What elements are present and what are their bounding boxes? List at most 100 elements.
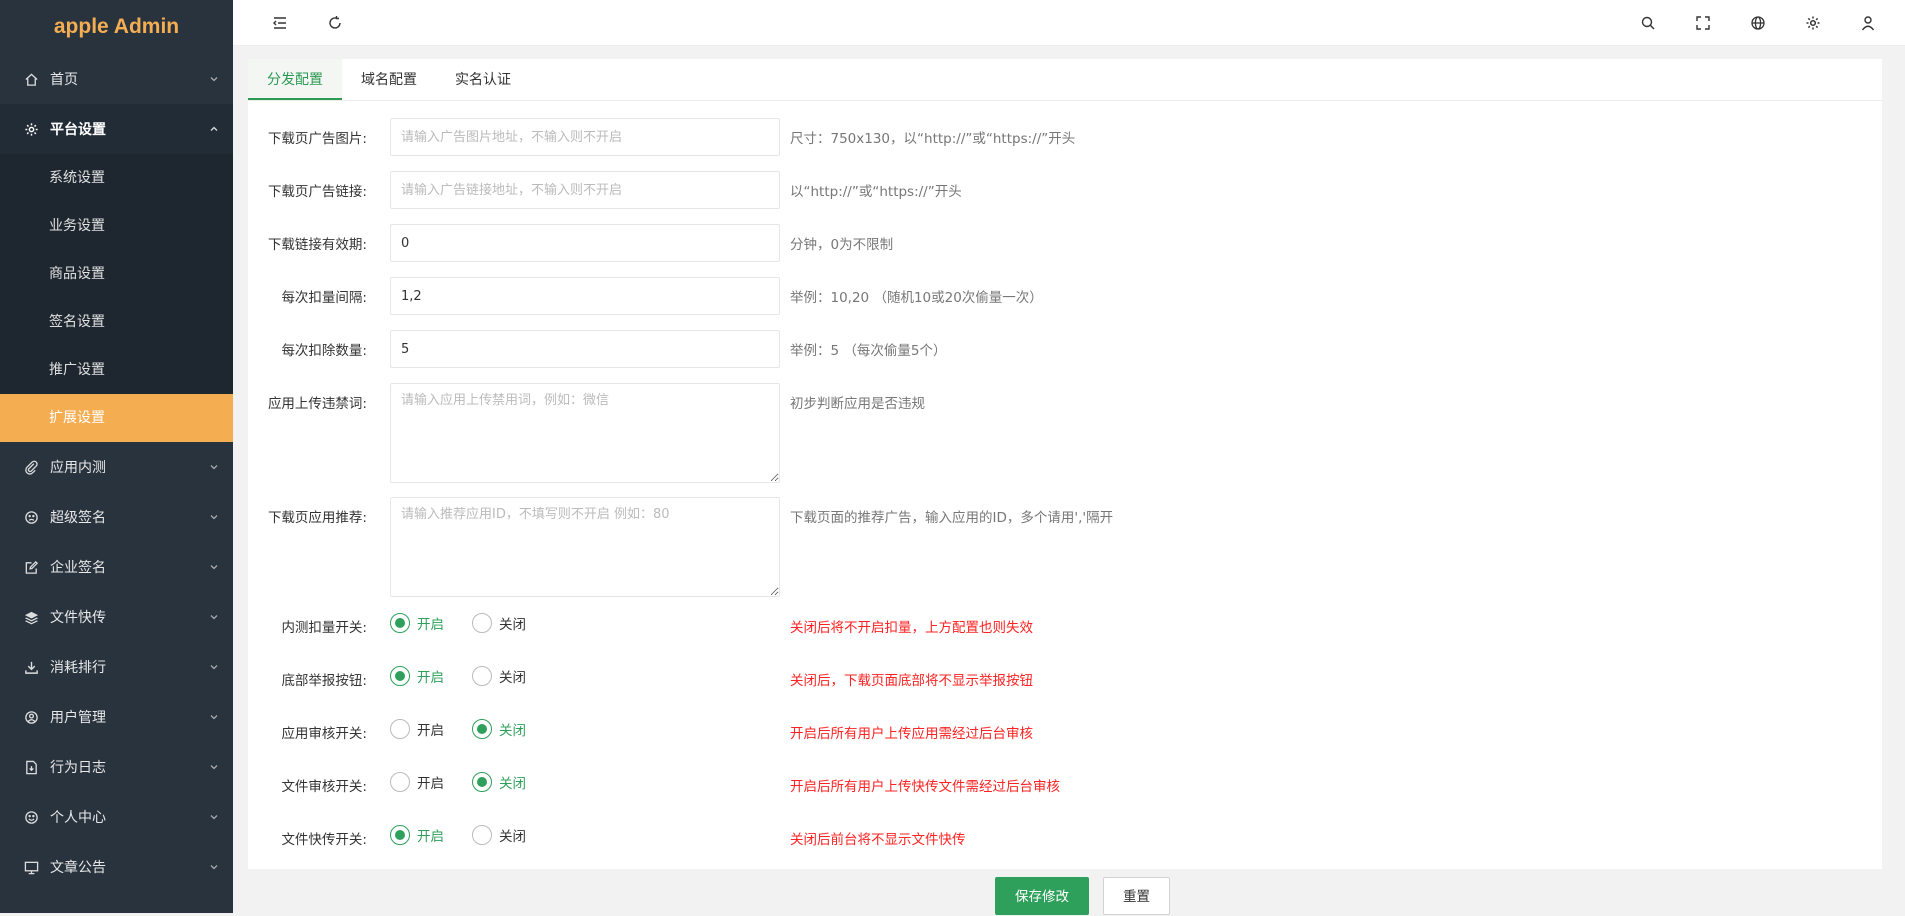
radio-on[interactable]: 开启	[390, 666, 444, 686]
radio-circle	[472, 719, 492, 739]
radio-label: 关闭	[499, 617, 526, 633]
sidebar-item-consumption-ranking[interactable]: 消耗排行	[0, 642, 233, 692]
globe-icon[interactable]	[1738, 0, 1778, 46]
link-expire-input[interactable]	[390, 224, 780, 262]
monitor-icon	[22, 858, 40, 876]
radio-on[interactable]: 开启	[390, 719, 444, 739]
sidebar-item-label: 消耗排行	[50, 660, 106, 676]
sidebar-item-label: 超级签名	[50, 510, 106, 526]
field-hint: 关闭后将不开启扣量，上方配置也则失效	[790, 620, 1033, 636]
radio-circle	[472, 613, 492, 633]
user-circle-icon	[22, 708, 40, 726]
field-hint: 开启后所有用户上传应用需经过后台审核	[790, 726, 1033, 742]
sidebar-item-enterprise-signature[interactable]: 企业签名	[0, 542, 233, 592]
radio-label: 关闭	[499, 723, 526, 739]
sidebar-item-super-signature[interactable]: 超级签名	[0, 492, 233, 542]
radio-off[interactable]: 关闭	[472, 719, 526, 739]
radio-label: 开启	[417, 723, 444, 739]
chevron-down-icon	[209, 562, 219, 572]
field-label: 每次扣量间隔:	[281, 290, 367, 306]
radio-off[interactable]: 关闭	[472, 666, 526, 686]
tab-domain-config[interactable]: 域名配置	[342, 59, 436, 100]
home-icon	[22, 70, 40, 88]
field-label: 下载页应用推荐:	[267, 510, 367, 526]
face-icon	[22, 508, 40, 526]
chevron-down-icon	[209, 862, 219, 872]
radio-circle	[472, 825, 492, 845]
radio-label: 关闭	[499, 829, 526, 845]
sidebar: apple Admin 首页 平台设置 系统设置 业务设置 商品设置 签名设置 …	[0, 0, 233, 913]
radio-off[interactable]: 关闭	[472, 772, 526, 792]
radio-label: 开启	[417, 829, 444, 845]
tab-distribution-config[interactable]: 分发配置	[248, 59, 342, 100]
sidebar-item-label: 文件快传	[50, 610, 106, 626]
ad-image-input[interactable]	[390, 118, 780, 156]
menu-fold-icon[interactable]	[260, 0, 300, 46]
reset-button[interactable]: 重置	[1103, 877, 1170, 915]
submenu-item-signature-settings[interactable]: 签名设置	[0, 298, 233, 346]
field-hint: 初步判断应用是否违规	[790, 396, 925, 412]
chevron-down-icon	[209, 662, 219, 672]
paperclip-icon	[22, 458, 40, 476]
field-hint: 举例：10,20 （随机10或20次偷量一次）	[790, 290, 1043, 306]
recommend-textarea[interactable]	[390, 497, 780, 597]
field-hint: 开启后所有用户上传快传文件需经过后台审核	[790, 779, 1060, 795]
radio-circle	[472, 666, 492, 686]
radio-off[interactable]: 关闭	[472, 825, 526, 845]
submenu-item-system-settings[interactable]: 系统设置	[0, 154, 233, 202]
radio-on[interactable]: 开启	[390, 613, 444, 633]
tab-real-name-auth[interactable]: 实名认证	[436, 59, 530, 100]
sidebar-item-app-beta[interactable]: 应用内测	[0, 442, 233, 492]
deduct-count-input[interactable]	[390, 330, 780, 368]
radio-circle	[390, 613, 410, 633]
sidebar-item-platform-settings[interactable]: 平台设置	[0, 104, 233, 154]
smile-icon	[22, 808, 40, 826]
sidebar-item-file-transfer[interactable]: 文件快传	[0, 592, 233, 642]
radio-circle	[472, 772, 492, 792]
field-label: 应用上传违禁词:	[267, 396, 367, 412]
tab-bar: 分发配置 域名配置 实名认证	[248, 59, 1882, 101]
chevron-down-icon	[209, 512, 219, 522]
refresh-icon[interactable]	[315, 0, 355, 46]
chevron-down-icon	[209, 74, 219, 84]
fullscreen-icon[interactable]	[1683, 0, 1723, 46]
radio-off[interactable]: 关闭	[472, 613, 526, 633]
save-button[interactable]: 保存修改	[995, 877, 1089, 915]
settings-icon[interactable]	[1793, 0, 1833, 46]
sidebar-item-home[interactable]: 首页	[0, 54, 233, 104]
sidebar-item-announcements[interactable]: 文章公告	[0, 842, 233, 892]
deduct-interval-input[interactable]	[390, 277, 780, 315]
radio-circle	[390, 719, 410, 739]
field-label: 下载链接有效期:	[267, 237, 367, 253]
layers-icon	[22, 608, 40, 626]
submenu-item-product-settings[interactable]: 商品设置	[0, 250, 233, 298]
sidebar-item-personal-center[interactable]: 个人中心	[0, 792, 233, 842]
radio-circle	[390, 666, 410, 686]
field-hint: 关闭后前台将不显示文件快传	[790, 832, 966, 848]
field-label: 文件快传开关:	[281, 832, 367, 848]
field-hint: 以“http://”或“https://”开头	[790, 184, 962, 200]
sidebar-item-label: 用户管理	[50, 710, 106, 726]
radio-on[interactable]: 开启	[390, 772, 444, 792]
submenu-item-business-settings[interactable]: 业务设置	[0, 202, 233, 250]
user-icon[interactable]	[1848, 0, 1888, 46]
radio-on[interactable]: 开启	[390, 825, 444, 845]
field-label: 底部举报按钮:	[281, 673, 367, 689]
submenu-item-extension-settings[interactable]: 扩展设置	[0, 394, 233, 442]
field-label: 应用审核开关:	[281, 726, 367, 742]
field-label: 文件审核开关:	[281, 779, 367, 795]
search-icon[interactable]	[1628, 0, 1668, 46]
sidebar-item-behavior-log[interactable]: 行为日志	[0, 742, 233, 792]
field-label: 每次扣除数量:	[281, 343, 367, 359]
ad-link-input[interactable]	[390, 171, 780, 209]
settings-card: 分发配置 域名配置 实名认证 下载页广告图片: 尺寸：750x130，以“htt…	[248, 59, 1882, 869]
chevron-down-icon	[209, 462, 219, 472]
field-label: 下载页广告图片:	[267, 131, 367, 147]
sidebar-item-user-management[interactable]: 用户管理	[0, 692, 233, 742]
banned-words-textarea[interactable]	[390, 383, 780, 483]
field-hint: 下载页面的推荐广告，输入应用的ID，多个请用','隔开	[790, 510, 1114, 526]
submenu-item-promotion-settings[interactable]: 推广设置	[0, 346, 233, 394]
sidebar-item-label: 企业签名	[50, 560, 106, 576]
file-icon	[22, 758, 40, 776]
top-header	[233, 0, 1905, 46]
